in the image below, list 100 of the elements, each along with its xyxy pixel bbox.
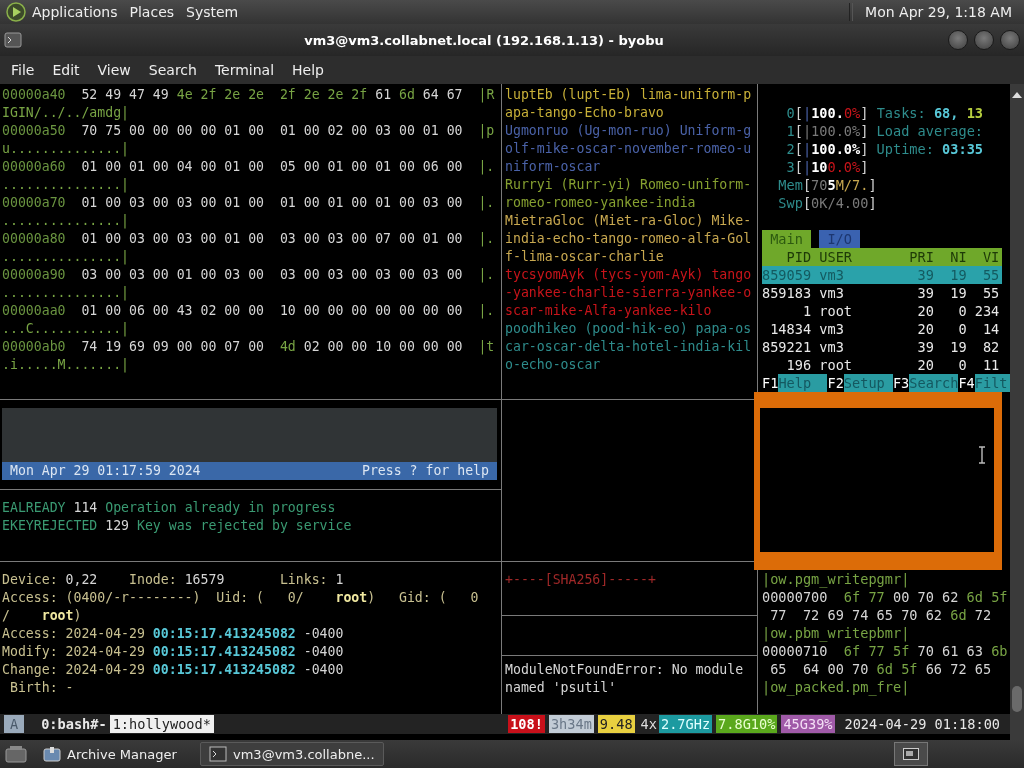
- menu-item[interactable]: System: [180, 4, 245, 20]
- meter-line: Mem[705M/7.]: [777, 176, 878, 194]
- meter-line: 1[|100.0%] Load average:: [785, 122, 984, 140]
- meter-line: Swp[0K/4.00]: [777, 194, 878, 212]
- window-button[interactable]: [1000, 30, 1020, 50]
- hex-dump-line: 00000710 6f 77 5f 70 61 63 6b: [762, 642, 1008, 660]
- session-label: A: [4, 715, 25, 733]
- window-button[interactable]: [974, 30, 994, 50]
- up-arrow-icon: [1012, 92, 1022, 98]
- hex-dump-line: 00000a90 03 00 03 00 01 00 03 00 03 00 03 00 03 00 03 00 |.: [2, 266, 496, 284]
- menu-item[interactable]: Places: [123, 4, 181, 20]
- stat-line: / root): [2, 607, 83, 625]
- clock[interactable]: Mon Apr 29, 1:18 AM: [859, 4, 1018, 20]
- stat-line: Modify: 2024-04-29 00:15:17.413245082 -0400: [2, 643, 345, 661]
- hex-dump-line: 65 64 00 70 6d 5f 66 72 65: [769, 660, 993, 678]
- help-hint: Press ? for help: [361, 462, 489, 480]
- word-line: apa-tango-Echo-bravo: [505, 104, 665, 122]
- scroll-thumb[interactable]: [1012, 686, 1022, 712]
- word-line: luptEb (lupt-Eb) lima-uniform-p: [505, 86, 753, 104]
- word-line: poodhikeo (pood-hik-eo) papa-os: [505, 320, 753, 338]
- hex-dump-line: 00000a50 70 75 00 00 00 00 01 00 01 00 02 00 03 00 01 00 |p: [2, 122, 496, 140]
- stat-line: Access: (0400/-r--------) Uid: ( 0/ root) Gid: ( 0: [2, 589, 480, 607]
- hex-dump-line: |ow_packed.pm_fre|: [762, 678, 911, 696]
- hex-dump-line: u..............|: [2, 140, 131, 158]
- word-line: niform-oscar: [505, 158, 602, 176]
- logo-icon: [6, 2, 26, 22]
- hex-dump-line: |ow.pgm_writepgmr|: [762, 570, 911, 588]
- error-line: named 'psutil': [505, 679, 618, 697]
- word-line: olf-mike-oscar-november-romeo-u: [505, 140, 753, 158]
- hex-dump-line: .i.....M.......|: [2, 356, 131, 374]
- word-line: romeo-romeo-yankee-india: [505, 194, 697, 212]
- meter-line: 0[|100.0%] Tasks: 68, 13: [785, 104, 985, 122]
- error-line: ModuleNotFoundError: No module: [505, 661, 745, 679]
- word-line: tycsyomAyk (tycs-yom-Ayk) tango: [505, 266, 753, 284]
- table-header: PID USER PRI NI VI: [762, 248, 1002, 266]
- hex-dump-line: 00000a70 01 00 03 00 03 00 01 00 01 00 01 00 01 00 03 00 |.: [2, 194, 496, 212]
- clock-date: Mon Apr 29 01:17:59 2024: [10, 462, 201, 480]
- hex-dump-line: 77 72 69 74 65 70 62 6d 72: [769, 606, 993, 624]
- stat-line: Device: 0,22 Inode: 16579 Links: 1: [2, 571, 345, 589]
- hex-dump-line: 00000a60 01 00 01 00 04 00 01 00 05 00 01 00 01 00 06 00 |.: [2, 158, 496, 176]
- word-line: MietraGloc (Miet-ra-Gloc) Mike-: [505, 212, 753, 230]
- status-indicator: 45G39%: [781, 715, 835, 733]
- process-row[interactable]: 14834 vm3 20 0 14: [762, 320, 1002, 338]
- meter-line: 3[|100.0%]: [785, 158, 870, 176]
- hex-dump-line: ...C...........|: [2, 320, 131, 338]
- menu-item[interactable]: View: [88, 62, 140, 78]
- scrollbar[interactable]: [1010, 84, 1024, 740]
- menu-item[interactable]: Search: [139, 62, 206, 78]
- errno-line: EKEYREJECTED 129 Key was rejected by service: [2, 517, 353, 535]
- menu-item[interactable]: Terminal: [205, 62, 284, 78]
- word-line: scar-mike-Alfa-yankee-kilo: [505, 302, 713, 320]
- process-row[interactable]: 196 root 20 0 11: [762, 356, 1002, 374]
- word-line: Rurryi (Rurr-yi) Romeo-uniform-: [505, 176, 753, 194]
- hex-dump-line: 00000ab0 74 19 69 09 00 00 07 00 4d 02 00 00 10 00 00 00 |t: [2, 338, 496, 356]
- hex-dump-line: 00000a80 01 00 03 00 03 00 01 00 03 00 03 00 07 00 01 00 |.: [2, 230, 496, 248]
- workspace-icon: [903, 748, 919, 760]
- show-desktop-icon: [4, 744, 28, 764]
- text-cursor-icon: [978, 446, 986, 464]
- status-indicator: 3h34m: [548, 715, 594, 733]
- window-title: vm3@vm3.collabnet.local (192.168.1.13) - byobu: [303, 32, 665, 48]
- status-indicator: 108!: [508, 715, 545, 733]
- menu-item[interactable]: Applications: [26, 4, 124, 20]
- errno-line: EALREADY 114 Operation already in progress: [2, 499, 337, 517]
- window-tab[interactable]: 0:bash#-: [38, 715, 110, 733]
- process-row[interactable]: 859221 vm3 39 19 82: [762, 338, 1002, 356]
- status-indicator: 2024-04-29 01:18:00: [843, 715, 1001, 733]
- status-indicator: 9.48: [597, 715, 635, 733]
- hex-dump-line: ...............|: [2, 284, 131, 302]
- archive-icon: [43, 746, 61, 762]
- hex-dump-line: |ow.pbm_writepbmr|: [762, 624, 911, 642]
- stat-line: Access: 2024-04-29 00:15:17.413245082 -0400: [2, 625, 345, 643]
- process-row[interactable]: 859183 vm3 39 19 55: [762, 284, 1002, 302]
- taskbar-button[interactable]: vm3@vm3.collabne...: [200, 742, 384, 766]
- hex-dump-line: 00000700 6f 77 00 70 62 6d 5f: [762, 588, 1008, 606]
- hex-dump-line: ...............|: [2, 248, 131, 266]
- status-indicator: 7.8G10%: [716, 715, 778, 733]
- taskbar-button[interactable]: Archive Manager: [34, 742, 194, 766]
- status-indicator: 2.7GHz: [659, 715, 713, 733]
- word-line: -yankee-charlie-sierra-yankee-o: [505, 284, 753, 302]
- workspace-switcher[interactable]: [894, 742, 928, 766]
- word-line: f-lima-oscar-charlie: [505, 248, 665, 266]
- word-line: Ugmonruo (Ug-mon-ruo) Uniform-g: [505, 122, 753, 140]
- process-row[interactable]: 1 root 20 0 234: [762, 302, 1002, 320]
- meter-line: 2[|100.0%] Uptime: 03:35: [785, 140, 984, 158]
- stat-line: Change: 2024-04-29 00:15:17.413245082 -0400: [2, 661, 345, 679]
- word-line: india-echo-tango-romeo-alfa-Gol: [505, 230, 753, 248]
- menu-item[interactable]: Help: [283, 62, 333, 78]
- hex-dump-line: 00000aa0 01 00 06 00 43 02 00 00 10 00 00 00 00 00 00 00 |.: [2, 302, 496, 320]
- hex-dump-line: 00000a40 52 49 47 49 4e 2f 2e 2e 2f 2e 2e 2f 61 6d 64 67 |R: [2, 86, 496, 104]
- terminal-icon: [209, 746, 227, 762]
- hex-dump-line: ...............|: [2, 212, 131, 230]
- window-button[interactable]: [948, 30, 968, 50]
- menu-item[interactable]: Edit: [43, 62, 89, 78]
- menu-item[interactable]: File: [2, 62, 44, 78]
- stat-line: Birth: -: [8, 679, 75, 697]
- hex-dump-line: IGIN/../../amdg|: [2, 104, 131, 122]
- hex-dump-line: ...............|: [2, 176, 131, 194]
- word-line: o-echo-oscar: [505, 356, 602, 374]
- window-tab[interactable]: 1:hollywood*: [109, 715, 214, 733]
- status-indicator: 4x: [639, 715, 658, 733]
